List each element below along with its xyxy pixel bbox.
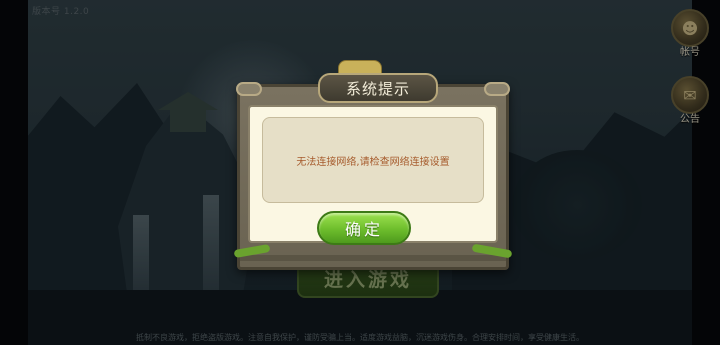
dialog-title-tab: 系统提示: [318, 73, 438, 103]
corner-ornament: [484, 82, 510, 96]
system-alert-dialog: 系统提示 无法连接网络,请检查网络连接设置 确定: [233, 60, 513, 270]
dialog-content-panel: 无法连接网络,请检查网络连接设置 确定: [248, 105, 498, 245]
message-box: 无法连接网络,请检查网络连接设置: [262, 117, 484, 203]
dialog-title: 系统提示: [345, 79, 410, 98]
dialog-message: 无法连接网络,请检查网络连接设置: [296, 156, 450, 168]
corner-ornament: [236, 82, 262, 96]
dialog-bottom-rail: [240, 255, 506, 261]
confirm-label: 确定: [344, 220, 383, 239]
game-screen: 版本号 1.2.0 ☻ 帐号 ✉ 公告 进入游戏 抵制不良游戏，拒绝盗版游戏。注…: [0, 0, 720, 345]
confirm-button[interactable]: 确定: [317, 211, 411, 245]
